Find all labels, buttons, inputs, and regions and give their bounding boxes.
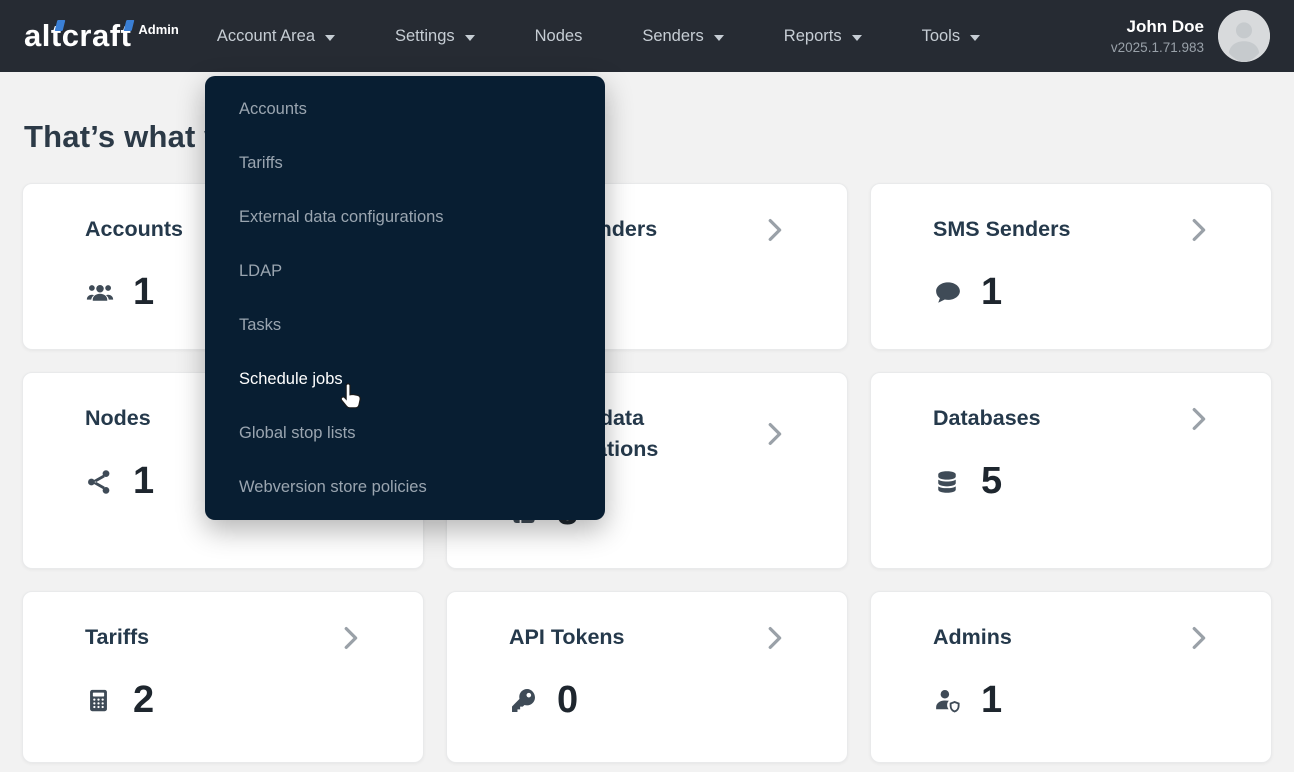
card-head: SMS Senders [933, 214, 1213, 245]
dropdown-item-tariffs[interactable]: Tariffs [205, 136, 605, 190]
card-tariffs[interactable]: Tariffs 2 [22, 591, 424, 763]
nav-label: Tools [921, 26, 961, 45]
database-icon [933, 467, 963, 497]
user-area[interactable]: John Doe v2025.1.71.983 [1111, 10, 1270, 62]
card-title: Tariffs [85, 625, 150, 649]
settings-dropdown: Accounts Tariffs External data configura… [205, 76, 605, 520]
chevron-right-icon[interactable] [759, 419, 789, 449]
avatar[interactable] [1218, 10, 1270, 62]
nav-item-senders[interactable]: Senders [642, 26, 724, 46]
user-name: John Doe [1126, 17, 1204, 36]
caret-down-icon [851, 34, 862, 41]
dropdown-item-ldap[interactable]: LDAP [205, 244, 605, 298]
card-admins[interactable]: Admins 1 [870, 591, 1272, 763]
caret-down-icon [325, 34, 335, 41]
nav-item-settings[interactable]: Settings [395, 27, 475, 46]
caret-down-icon [464, 34, 475, 41]
card-count-row: 0 [509, 679, 789, 722]
brand-logo[interactable]: altcraft Admin [24, 17, 179, 53]
dropdown-item-schedule-jobs[interactable]: Schedule jobs [205, 352, 605, 406]
card-head: Tariffs [85, 622, 365, 653]
logo-text: altcraft [24, 17, 132, 53]
chevron-right-icon[interactable] [1183, 623, 1213, 653]
key-icon [509, 686, 539, 716]
caret-down-icon [713, 34, 724, 41]
card-head: Databases [933, 403, 1213, 434]
count-value: 1 [981, 271, 1003, 314]
avatar-person-icon [1218, 10, 1270, 62]
chevron-right-icon[interactable] [335, 623, 365, 653]
card-title: Accounts [85, 217, 183, 241]
card-title: Nodes [85, 406, 151, 430]
nav-label: Senders [642, 26, 704, 45]
logo-accent-t: t [120, 17, 132, 53]
card-count-row: 5 [933, 460, 1213, 503]
chevron-right-icon[interactable] [759, 215, 789, 245]
card-title: Admins [933, 625, 1012, 649]
count-value: 1 [133, 271, 155, 314]
card-count-row: 2 [85, 679, 365, 722]
nav-label: Account Area [216, 26, 315, 45]
calculator-icon [85, 686, 115, 716]
card-sms-senders[interactable]: SMS Senders 1 [870, 183, 1272, 350]
app-version: v2025.1.71.983 [1110, 40, 1204, 55]
count-value: 5 [981, 460, 1003, 503]
hand-cursor-icon [337, 381, 367, 420]
nav-item-nodes[interactable]: Nodes [535, 27, 583, 46]
chevron-right-icon[interactable] [759, 623, 789, 653]
chevron-right-icon[interactable] [1183, 215, 1213, 245]
nav-label: Nodes [534, 26, 583, 45]
card-api-tokens[interactable]: API Tokens 0 [446, 591, 848, 763]
card-head: API Tokens [509, 622, 789, 653]
logo-accent-t: t [50, 17, 62, 53]
card-title: SMS Senders [933, 217, 1071, 241]
count-value: 1 [133, 460, 155, 503]
dropdown-item-webversion-store-policies[interactable]: Webversion store policies [205, 460, 605, 514]
nav-label: Settings [395, 26, 455, 45]
nav-item-tools[interactable]: Tools [922, 27, 981, 46]
user-info: John Doe v2025.1.71.983 [1111, 17, 1204, 55]
card-title: Databases [933, 406, 1041, 430]
top-navbar: altcraft Admin Account Area Settings Nod… [0, 0, 1294, 72]
main-nav: Account Area Settings Nodes Senders Repo… [217, 26, 981, 46]
card-title: API Tokens [509, 625, 625, 649]
admin-shield-icon [933, 686, 963, 716]
admin-badge: Admin [138, 21, 179, 37]
users-icon [85, 278, 115, 308]
count-value: 1 [981, 679, 1003, 722]
nav-item-account-area[interactable]: Account Area [217, 27, 335, 46]
dropdown-item-external-data-configurations[interactable]: External data configurations [205, 190, 605, 244]
speech-bubble-icon [933, 278, 963, 308]
dropdown-item-tasks[interactable]: Tasks [205, 298, 605, 352]
card-head: Admins [933, 622, 1213, 653]
nav-label: Reports [783, 26, 842, 45]
dropdown-item-global-stop-lists[interactable]: Global stop lists [205, 406, 605, 460]
card-count-row: 1 [933, 679, 1213, 722]
chevron-right-icon[interactable] [1183, 404, 1213, 434]
count-value: 2 [133, 679, 155, 722]
card-databases[interactable]: Databases 5 [870, 372, 1272, 569]
caret-down-icon [970, 34, 981, 41]
dropdown-item-accounts[interactable]: Accounts [205, 82, 605, 136]
card-count-row: 1 [933, 271, 1213, 314]
nav-item-reports[interactable]: Reports [784, 27, 862, 46]
count-value: 0 [557, 679, 579, 722]
share-icon [85, 467, 115, 497]
